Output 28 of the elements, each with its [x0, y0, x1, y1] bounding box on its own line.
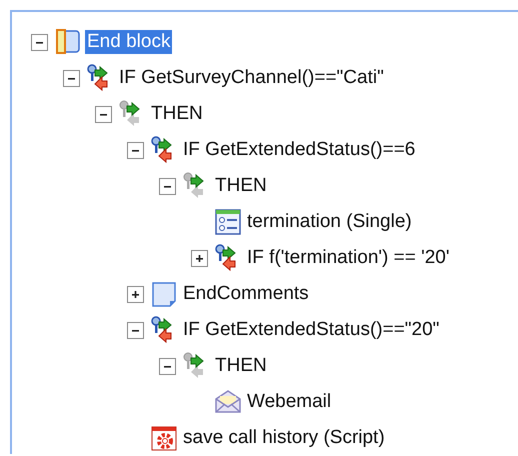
expand-toggle[interactable] — [191, 250, 208, 266]
tree-item[interactable]: save call history (Script) — [181, 426, 387, 450]
gear-icon — [150, 424, 178, 452]
expand-toggle[interactable] — [127, 286, 144, 302]
tree-item[interactable]: End block — [85, 30, 172, 54]
tree-item[interactable]: termination (Single) — [245, 210, 414, 234]
collapse-toggle[interactable] — [95, 106, 112, 122]
envelope-icon — [214, 388, 242, 416]
collapse-toggle[interactable] — [31, 34, 48, 50]
plus-icon — [130, 288, 141, 300]
collapse-toggle[interactable] — [127, 322, 144, 338]
block-icon — [54, 28, 82, 56]
tree-item[interactable]: IF GetExtendedStatus()==6 — [181, 138, 418, 162]
plus-icon — [194, 252, 205, 264]
tree-item[interactable]: IF f('termination') == '20' — [245, 246, 452, 270]
tree-item[interactable]: THEN — [213, 174, 269, 198]
collapse-toggle[interactable] — [159, 358, 176, 374]
tree-item[interactable]: THEN — [149, 102, 205, 126]
document-icon — [150, 280, 178, 308]
collapse-toggle[interactable] — [127, 142, 144, 158]
tree-item[interactable]: IF GetExtendedStatus()=="20" — [181, 318, 442, 342]
collapse-toggle[interactable] — [159, 178, 176, 194]
collapse-toggle[interactable] — [63, 70, 80, 86]
tree-item[interactable]: THEN — [213, 354, 269, 378]
tree-item[interactable]: Webemail — [245, 390, 334, 414]
tree-item[interactable]: IF GetSurveyChannel()=="Cati" — [117, 66, 386, 90]
form-icon — [214, 208, 242, 236]
tree-item[interactable]: EndComments — [181, 282, 311, 306]
